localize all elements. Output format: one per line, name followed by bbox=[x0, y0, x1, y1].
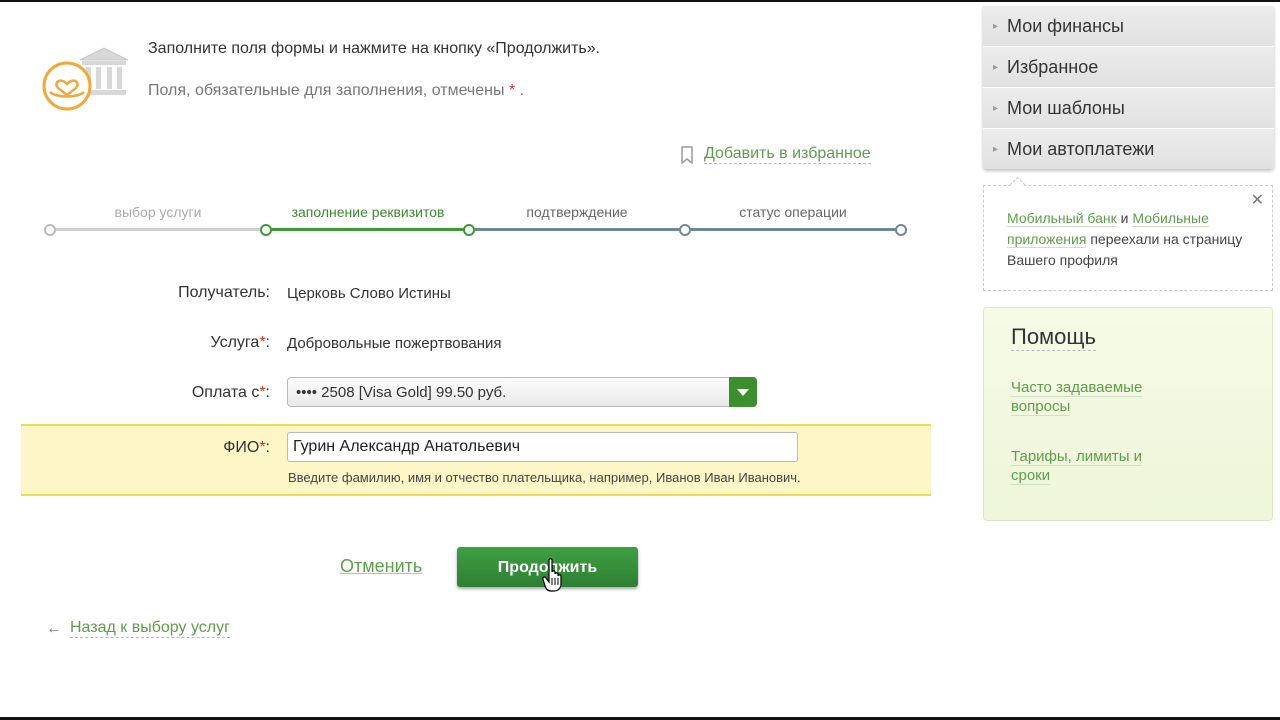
chevron-down-icon[interactable] bbox=[729, 377, 757, 407]
side-menu-item-templates[interactable]: ▸ Мои шаблоны bbox=[983, 88, 1274, 129]
step-segment-1 bbox=[50, 228, 266, 231]
step-dot-end bbox=[895, 224, 907, 236]
payment-label: Оплата с*: bbox=[191, 384, 270, 401]
form-instruction: Заполните поля формы и нажмите на кнопку… bbox=[148, 40, 601, 57]
service-value: Добровольные пожертвования bbox=[287, 335, 502, 352]
fio-label: ФИО*: bbox=[223, 439, 270, 456]
step-segment-2 bbox=[266, 228, 469, 231]
recipient-value: Церковь Слово Истины bbox=[287, 285, 451, 302]
help-title[interactable]: Помощь bbox=[1011, 324, 1096, 351]
arrow-left-icon: ← bbox=[46, 619, 62, 637]
cancel-link[interactable]: Отменить bbox=[340, 556, 422, 577]
hand-pointer-cursor-icon bbox=[542, 558, 562, 592]
payment-card-value: •••• 2508 [Visa Gold] 99.50 руб. bbox=[296, 384, 507, 401]
recipient-label: Получатель: bbox=[178, 284, 270, 301]
chevron-right-icon: ▸ bbox=[993, 102, 999, 114]
step-dot-4 bbox=[679, 224, 691, 236]
chevron-right-icon: ▸ bbox=[993, 143, 999, 155]
required-fields-note: Поля, обязательные для заполнения, отмеч… bbox=[148, 82, 525, 99]
top-frame-line bbox=[0, 0, 1280, 2]
notice-text: Мобильный банк и Мобильные приложения пе… bbox=[1007, 210, 1243, 268]
payment-card-select[interactable]: •••• 2508 [Visa Gold] 99.50 руб. bbox=[287, 377, 757, 407]
side-menu-item-finances[interactable]: ▸ Мои финансы bbox=[983, 6, 1274, 47]
faq-link[interactable]: Часто задаваемые вопросы bbox=[1011, 378, 1171, 416]
step-confirmation: подтверждение bbox=[526, 204, 628, 220]
step-dot-start bbox=[44, 224, 56, 236]
help-panel: Помощь Часто задаваемые вопросы Тарифы, … bbox=[983, 307, 1273, 521]
back-to-services-link[interactable]: ← Назад к выбору услуг bbox=[46, 619, 230, 638]
progress-steps: выбор услуги заполнение реквизитов подтв… bbox=[40, 200, 920, 240]
mobile-bank-notice: ✕ Мобильный банк и Мобильные приложения … bbox=[983, 176, 1273, 291]
tariffs-link[interactable]: Тарифы, лимиты и сроки bbox=[1011, 447, 1171, 485]
side-menu-item-favorites[interactable]: ▸ Избранное bbox=[983, 47, 1274, 88]
step-dot-3 bbox=[463, 224, 475, 236]
fio-hint: Введите фамилию, имя и отчество плательщ… bbox=[288, 470, 801, 485]
bookmark-icon bbox=[681, 145, 693, 164]
chevron-right-icon: ▸ bbox=[993, 61, 999, 73]
back-to-services-label: Назад к выбору услуг bbox=[70, 619, 230, 638]
step-operation-status: статус операции bbox=[739, 204, 847, 220]
close-icon[interactable]: ✕ bbox=[1251, 190, 1264, 210]
add-to-favorites-label: Добавить в избранное bbox=[704, 145, 871, 164]
step-select-service: выбор услуги bbox=[114, 204, 202, 220]
step-fill-details: заполнение реквизитов bbox=[291, 204, 445, 220]
add-to-favorites-link[interactable]: Добавить в избранное bbox=[680, 145, 871, 164]
service-label: Услуга*: bbox=[210, 334, 271, 351]
bank-heart-hands-icon bbox=[40, 46, 132, 112]
fio-input[interactable] bbox=[287, 432, 798, 462]
step-dot-2 bbox=[260, 224, 272, 236]
side-menu: ▸ Мои финансы ▸ Избранное ▸ Мои шаблоны … bbox=[983, 6, 1274, 169]
side-menu-item-autopayments[interactable]: ▸ Мои автоплатежи bbox=[983, 129, 1274, 169]
mobile-bank-link[interactable]: Мобильный банк bbox=[1007, 210, 1117, 227]
chevron-right-icon: ▸ bbox=[993, 20, 999, 32]
